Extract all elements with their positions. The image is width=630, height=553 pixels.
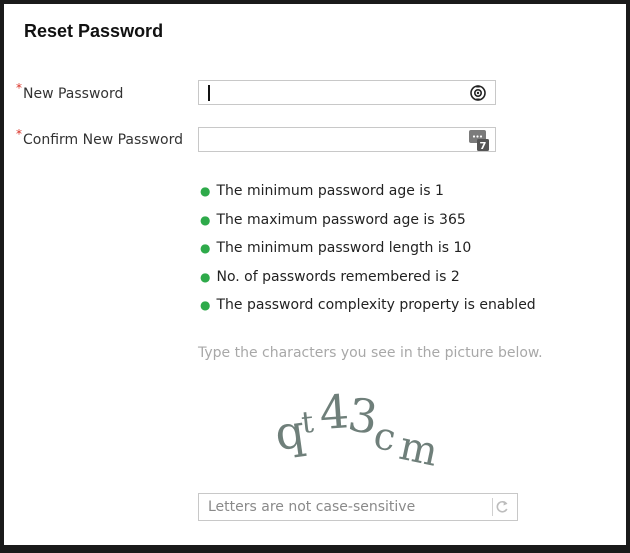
password-policy-list: ● The minimum password age is 1 ● The maxi… bbox=[200, 182, 536, 325]
svg-text:t: t bbox=[300, 405, 316, 441]
refresh-icon[interactable] bbox=[492, 498, 513, 516]
captcha-image: q t 4 3 c m bbox=[272, 388, 442, 474]
virtual-keypad-icon[interactable]: 7 bbox=[469, 130, 489, 151]
new-password-field[interactable] bbox=[198, 80, 496, 105]
captcha-hint: Type the characters you see in the pictu… bbox=[198, 345, 543, 361]
confirm-password-label: *Confirm New Password bbox=[16, 127, 184, 148]
required-marker: * bbox=[16, 127, 22, 141]
new-password-label-text: New Password bbox=[23, 86, 124, 102]
text-caret bbox=[208, 85, 210, 101]
confirm-password-label-text: Confirm New Password bbox=[23, 132, 184, 148]
captcha-input[interactable] bbox=[199, 494, 489, 520]
list-item: ● The password complexity property is ena… bbox=[200, 297, 536, 313]
captcha-answer-field[interactable] bbox=[198, 493, 518, 521]
eye-reveal-icon[interactable] bbox=[469, 84, 487, 102]
svg-text:m: m bbox=[395, 423, 442, 474]
list-item: ● The maximum password age is 365 bbox=[200, 211, 466, 228]
new-password-label: *New Password bbox=[16, 81, 124, 102]
page-title: Reset Password bbox=[24, 21, 164, 41]
list-item: ● The minimum password length is 10 bbox=[200, 240, 472, 256]
list-item: ● No. of passwords remembered is 2 bbox=[200, 268, 460, 285]
list-item: ● The minimum password age is 1 bbox=[200, 183, 444, 199]
keypad-badge: 7 bbox=[480, 141, 487, 151]
required-marker: * bbox=[16, 81, 22, 95]
reset-password-panel: Reset Password *New Password *Confirm Ne… bbox=[4, 4, 626, 545]
confirm-password-field[interactable]: 7 bbox=[198, 127, 496, 152]
